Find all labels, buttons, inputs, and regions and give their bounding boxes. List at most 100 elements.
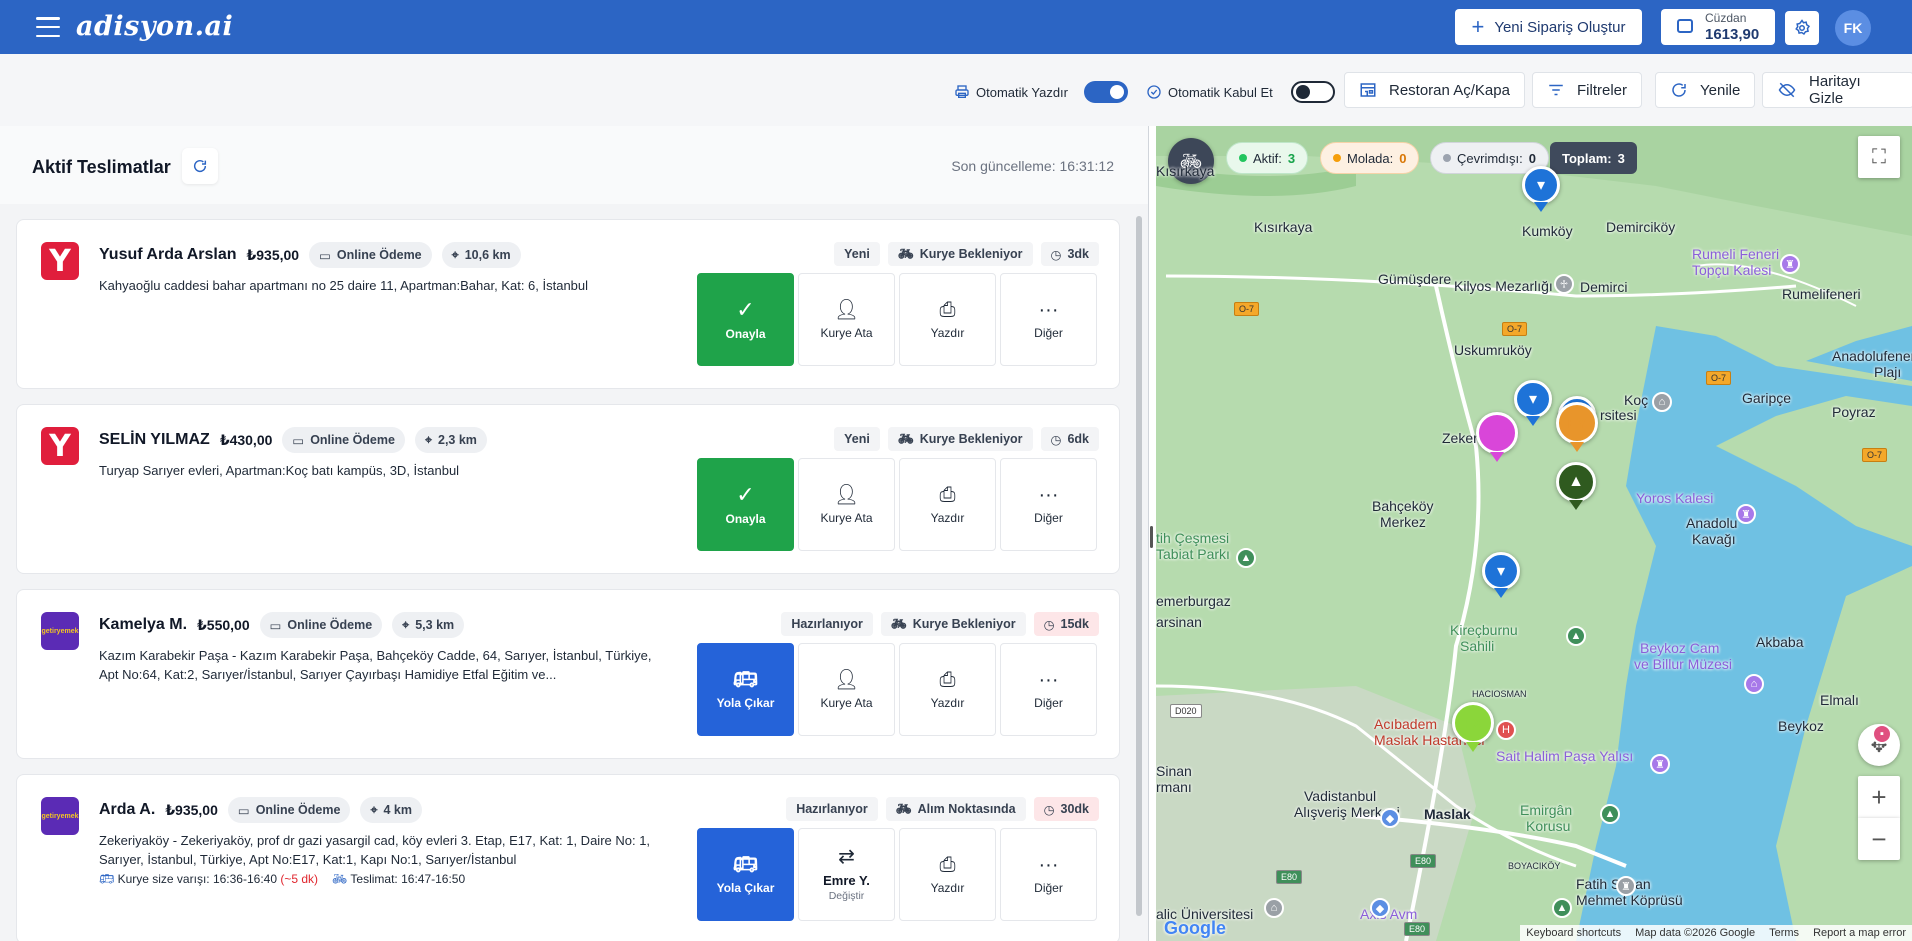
hospital-icon[interactable]: H bbox=[1496, 720, 1516, 740]
menu-icon[interactable] bbox=[36, 17, 60, 37]
total-stat-pill[interactable]: Toplam: 3 bbox=[1550, 142, 1637, 174]
map-label: Sait Halim Paşa Yalısı bbox=[1496, 748, 1634, 764]
refresh-button[interactable]: Yenile bbox=[1655, 72, 1756, 108]
park-icon[interactable]: ▲ bbox=[1552, 898, 1572, 918]
museum-icon[interactable]: ⌂ bbox=[1744, 674, 1764, 694]
auto-print-switch[interactable] bbox=[1084, 81, 1128, 103]
park-icon[interactable]: ▲ bbox=[1236, 548, 1256, 568]
report-error-link[interactable]: Report a map error bbox=[1813, 927, 1906, 939]
road-number-badge: E80 bbox=[1404, 922, 1431, 936]
road-number-badge: D020 bbox=[1170, 704, 1202, 718]
road-number-badge: E80 bbox=[1276, 870, 1303, 884]
more-button[interactable]: ··· Diğer bbox=[1000, 643, 1097, 736]
fullscreen-button[interactable]: ⛶ bbox=[1858, 136, 1900, 178]
restaurant-toggle-button[interactable]: Restoran Aç/Kapa bbox=[1344, 72, 1525, 108]
panel-resize-handle[interactable] bbox=[1148, 126, 1156, 941]
shopping-icon[interactable]: ◆ bbox=[1380, 808, 1400, 828]
school-icon[interactable]: ⌂ bbox=[1264, 898, 1284, 918]
delivery-location-pin[interactable]: ▾ bbox=[1514, 380, 1552, 426]
customer-name: SELİN YILMAZ bbox=[99, 431, 210, 448]
landmark-icon[interactable]: ♜ bbox=[1616, 876, 1636, 896]
map-label: rsitesi bbox=[1600, 407, 1637, 423]
bus-icon: 🚌︎ bbox=[732, 668, 759, 691]
shopping-icon[interactable]: ◆ bbox=[1370, 898, 1390, 918]
print-button[interactable]: ⎙ Yazdır bbox=[899, 828, 996, 921]
order-address: Zekeriyaköy - Zekeriyaköy, prof dr gazi … bbox=[99, 833, 651, 867]
courier-status-badge: 🚲︎ Alım Noktasında bbox=[885, 797, 1026, 821]
dispatch-button[interactable]: 🚌︎ Yola Çıkar bbox=[697, 828, 794, 921]
more-button[interactable]: ··· Diğer bbox=[1000, 273, 1097, 366]
page-title: Aktif Teslimatlar bbox=[32, 157, 171, 177]
hide-map-button[interactable]: Haritayı Gizle bbox=[1762, 72, 1912, 108]
fullscreen-icon: ⛶ bbox=[1872, 145, 1886, 168]
delivery-location-pin[interactable]: ▾ bbox=[1482, 552, 1520, 598]
filters-label: Filtreler bbox=[1577, 81, 1628, 99]
distance-chip: ⌖ 10,6 km bbox=[441, 242, 521, 268]
deliveries-scrollbar[interactable] bbox=[1134, 204, 1144, 941]
app-logo[interactable]: adisyon.ai bbox=[76, 11, 233, 42]
more-dots-icon: ··· bbox=[1038, 483, 1059, 506]
active-stat-pill[interactable]: Aktif: 3 bbox=[1226, 142, 1309, 174]
courier-status-badge: 🚲︎ Kurye Bekleniyor bbox=[880, 612, 1026, 636]
castle-icon[interactable]: ♜ bbox=[1736, 504, 1756, 524]
assign-courier-button[interactable]: 👤︎ Kurye Ata bbox=[798, 643, 895, 736]
break-stat-pill[interactable]: Molada: 0 bbox=[1320, 142, 1420, 174]
cemetery-icon[interactable]: ♱ bbox=[1554, 274, 1574, 294]
castle-icon[interactable]: ♜ bbox=[1780, 254, 1800, 274]
terms-link[interactable]: Terms bbox=[1769, 927, 1799, 939]
more-button[interactable]: ··· Diğer bbox=[1000, 458, 1097, 551]
deliveries-refresh-button[interactable] bbox=[182, 148, 218, 184]
map-label: ve Billur Müzesi bbox=[1634, 656, 1733, 672]
map-view[interactable]: 🚲︎ Aktif: 3 Molada: 0 Çevrimdışı: 0 Toplam:… bbox=[1156, 126, 1912, 941]
break-dot-icon bbox=[1333, 154, 1341, 162]
courier-pin-fx[interactable]: FX bbox=[1452, 702, 1494, 752]
order-price: ₺935,00 bbox=[246, 246, 300, 263]
landmark-icon[interactable]: ♜ bbox=[1650, 754, 1670, 774]
settings-button[interactable] bbox=[1785, 11, 1819, 45]
road-number-badge: O-7 bbox=[1706, 371, 1732, 385]
hotel-icon[interactable]: ▪ bbox=[1872, 724, 1892, 744]
check-circle-icon bbox=[1147, 85, 1161, 99]
map-label: Elmalı bbox=[1820, 692, 1859, 708]
map-label: tih Çeşmesi bbox=[1156, 530, 1230, 546]
card-icon: ▭ bbox=[269, 618, 282, 633]
print-button[interactable]: ⎙ Yazdır bbox=[899, 643, 996, 736]
more-dots-icon: ··· bbox=[1038, 853, 1059, 876]
change-courier-button[interactable]: ⇄ Emre Y. Değiştir bbox=[798, 828, 895, 921]
zoom-in-button[interactable]: + bbox=[1858, 776, 1900, 818]
school-icon[interactable]: ⌂ bbox=[1652, 392, 1672, 412]
print-button[interactable]: ⎙ Yazdır bbox=[899, 458, 996, 551]
map-label: Kumköy bbox=[1522, 223, 1573, 239]
more-dots-icon: ··· bbox=[1038, 668, 1059, 691]
location-pin-icon: ⌖ bbox=[402, 617, 410, 632]
delivery-location-pin[interactable]: ▾ bbox=[1522, 166, 1560, 212]
wallet-button[interactable]: Cüzdan 1613,90 bbox=[1661, 9, 1775, 45]
user-avatar[interactable]: FK bbox=[1835, 10, 1871, 46]
restaurant-toggle-label: Restoran Aç/Kapa bbox=[1389, 81, 1510, 99]
print-button[interactable]: ⎙ Yazdır bbox=[899, 273, 996, 366]
distance-chip: ⌖ 5,3 km bbox=[392, 612, 465, 638]
map-label: Garipçe bbox=[1742, 390, 1792, 406]
filters-button[interactable]: Filtreler bbox=[1532, 72, 1643, 108]
dispatch-button[interactable]: 🚌︎ Yola Çıkar bbox=[697, 643, 794, 736]
map-label: BOYACIKÖY bbox=[1508, 861, 1561, 871]
park-icon[interactable]: ▲ bbox=[1600, 804, 1620, 824]
park-icon[interactable]: ▲ bbox=[1566, 626, 1586, 646]
assign-courier-button[interactable]: 👤︎ Kurye Ata bbox=[798, 458, 895, 551]
assign-courier-button[interactable]: 👤︎ Kurye Ata bbox=[798, 273, 895, 366]
location-pin-icon: ⌖ bbox=[424, 432, 432, 447]
approve-button[interactable]: ✓ Onayla bbox=[697, 458, 794, 551]
keyboard-shortcuts-link[interactable]: Keyboard shortcuts bbox=[1526, 927, 1621, 939]
map-label: Merkez bbox=[1380, 514, 1426, 530]
new-order-button[interactable]: + Yeni Sipariş Oluştur bbox=[1455, 9, 1642, 45]
zoom-out-button[interactable]: − bbox=[1858, 818, 1900, 860]
courier-pin-ey[interactable]: EY bbox=[1556, 402, 1598, 452]
more-button[interactable]: ··· Diğer bbox=[1000, 828, 1097, 921]
map-label: Plajı bbox=[1874, 364, 1902, 380]
map-label: Vadistanbul bbox=[1304, 788, 1377, 804]
restaurant-location-pin[interactable]: ▲ bbox=[1556, 462, 1596, 510]
auto-accept-switch[interactable] bbox=[1290, 81, 1335, 103]
approve-button[interactable]: ✓ Onayla bbox=[697, 273, 794, 366]
courier-pin-mx[interactable]: MX bbox=[1476, 412, 1518, 462]
payment-chip: ▭ Online Ödeme bbox=[259, 612, 383, 638]
